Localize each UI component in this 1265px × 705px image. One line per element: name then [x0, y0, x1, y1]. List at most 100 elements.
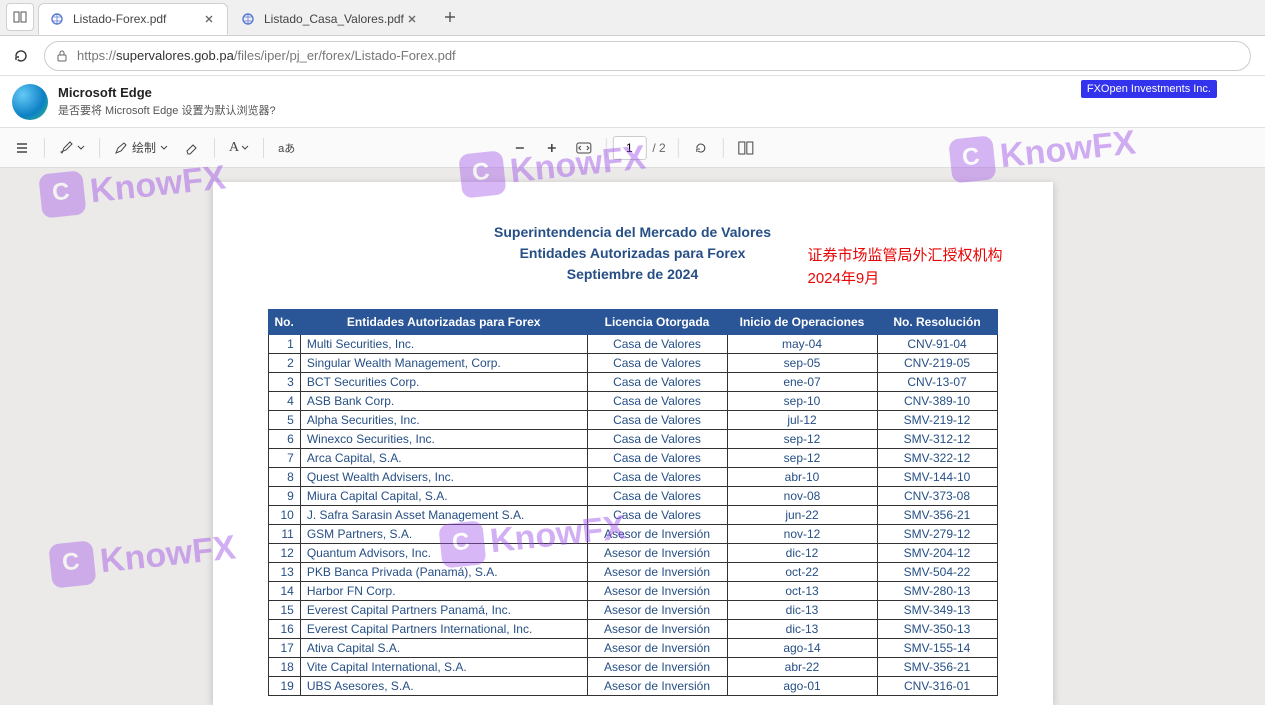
cell-no: 15 [268, 601, 300, 620]
draw-button[interactable]: 绘制 [108, 134, 174, 162]
cell-start: nov-12 [727, 525, 877, 544]
page-view-button[interactable] [732, 134, 760, 162]
cell-entity: BCT Securities Corp. [300, 373, 587, 392]
cell-entity: Multi Securities, Inc. [300, 335, 587, 354]
cell-resolution: CNV-219-05 [877, 354, 997, 373]
cell-entity: Winexco Securities, Inc. [300, 430, 587, 449]
page-number-input[interactable] [612, 136, 646, 160]
cell-no: 4 [268, 392, 300, 411]
cell-no: 5 [268, 411, 300, 430]
close-tab-button[interactable] [404, 11, 420, 27]
site-info-icon[interactable] [55, 49, 69, 63]
cell-license: Asesor de Inversión [587, 620, 727, 639]
overlay-line1: 证券市场监管局外汇授权机构 [807, 244, 1002, 267]
cell-no: 9 [268, 487, 300, 506]
table-header-cell: Entidades Autorizadas para Forex [300, 310, 587, 335]
cell-resolution: CNV-13-07 [877, 373, 997, 392]
new-tab-button[interactable] [436, 3, 464, 31]
cell-no: 6 [268, 430, 300, 449]
table-header-cell: Licencia Otorgada [587, 310, 727, 335]
plus-icon [443, 10, 457, 24]
contents-button[interactable] [8, 134, 36, 162]
separator [44, 138, 45, 158]
url-box[interactable]: https://supervalores.gob.pa/files/iper/p… [44, 41, 1251, 71]
close-tab-button[interactable] [201, 11, 217, 27]
cell-start: jun-22 [727, 506, 877, 525]
cell-license: Asesor de Inversión [587, 563, 727, 582]
highlighter-icon [59, 140, 75, 156]
table-row: 13PKB Banca Privada (Panamá), S.A.Asesor… [268, 563, 997, 582]
table-row: 5Alpha Securities, Inc.Casa de Valoresju… [268, 411, 997, 430]
table-row: 19UBS Asesores, S.A.Asesor de Inversióna… [268, 677, 997, 696]
translate-button[interactable]: aあ [272, 134, 301, 162]
separator [605, 138, 606, 158]
fit-button[interactable] [569, 134, 597, 162]
edge-prompt-title: Microsoft Edge [58, 85, 276, 100]
fit-icon [575, 142, 591, 154]
highlighter-button[interactable] [53, 134, 91, 162]
cell-entity: Vite Capital International, S.A. [300, 658, 587, 677]
table-row: 8Quest Wealth Advisers, Inc.Casa de Valo… [268, 468, 997, 487]
cell-resolution: SMV-155-14 [877, 639, 997, 658]
table-header-cell: No. Resolución [877, 310, 997, 335]
cell-license: Casa de Valores [587, 468, 727, 487]
erase-button[interactable] [178, 134, 206, 162]
zoom-out-button[interactable] [505, 134, 533, 162]
page-total-label: / 2 [652, 141, 665, 155]
find-highlight-badge: FXOpen Investments Inc. [1081, 80, 1217, 98]
erase-icon [184, 140, 200, 156]
cell-resolution: SMV-322-12 [877, 449, 997, 468]
tab-title: Listado_Casa_Valores.pdf [264, 12, 404, 26]
text-tool-button[interactable]: A [223, 134, 255, 162]
cell-start: sep-12 [727, 430, 877, 449]
cell-license: Casa de Valores [587, 430, 727, 449]
cell-no: 19 [268, 677, 300, 696]
cell-entity: Miura Capital Capital, S.A. [300, 487, 587, 506]
tabs-icon [13, 10, 27, 24]
reload-button[interactable] [6, 41, 36, 71]
page-view-icon [738, 141, 754, 155]
cell-no: 17 [268, 639, 300, 658]
annotation-overlay: 证券市场监管局外汇授权机构 2024年9月 [807, 244, 1002, 291]
cell-start: ago-14 [727, 639, 877, 658]
cell-license: Asesor de Inversión [587, 582, 727, 601]
cell-start: sep-05 [727, 354, 877, 373]
cell-resolution: SMV-312-12 [877, 430, 997, 449]
table-row: 7Arca Capital, S.A.Casa de Valoressep-12… [268, 449, 997, 468]
cell-entity: Alpha Securities, Inc. [300, 411, 587, 430]
cell-license: Casa de Valores [587, 392, 727, 411]
doc-title-line1: Superintendencia del Mercado de Valores [213, 222, 1053, 243]
table-row: 4ASB Bank Corp.Casa de Valoressep-10CNV-… [268, 392, 997, 411]
browser-tab[interactable]: Listado-Forex.pdf [38, 3, 228, 35]
cell-resolution: SMV-356-21 [877, 658, 997, 677]
cell-entity: Everest Capital Partners International, … [300, 620, 587, 639]
separator [678, 138, 679, 158]
cell-resolution: CNV-373-08 [877, 487, 997, 506]
overlay-line2: 2024年9月 [807, 267, 1002, 290]
translate-label: aあ [278, 140, 295, 156]
cell-resolution: SMV-280-13 [877, 582, 997, 601]
cell-start: nov-08 [727, 487, 877, 506]
cell-start: dic-13 [727, 601, 877, 620]
minus-icon [513, 142, 525, 154]
cell-resolution: SMV-349-13 [877, 601, 997, 620]
pdf-favicon-icon [49, 11, 65, 27]
browser-tab[interactable]: Listado_Casa_Valores.pdf [230, 3, 430, 35]
tab-actions-button[interactable] [6, 3, 34, 31]
separator [99, 138, 100, 158]
zoom-in-button[interactable] [537, 134, 565, 162]
cell-license: Asesor de Inversión [587, 658, 727, 677]
rotate-button[interactable] [687, 134, 715, 162]
cell-no: 16 [268, 620, 300, 639]
cell-entity: J. Safra Sarasin Asset Management S.A. [300, 506, 587, 525]
cell-no: 13 [268, 563, 300, 582]
url-text[interactable]: https://supervalores.gob.pa/files/iper/p… [77, 48, 1240, 63]
cell-entity: Quest Wealth Advisers, Inc. [300, 468, 587, 487]
address-bar: https://supervalores.gob.pa/files/iper/p… [0, 36, 1265, 76]
pdf-viewer[interactable]: Superintendencia del Mercado de Valores … [0, 168, 1265, 705]
data-table: No.Entidades Autorizadas para ForexLicen… [268, 309, 998, 696]
table-row: 15Everest Capital Partners Panamá, Inc.A… [268, 601, 997, 620]
cell-license: Casa de Valores [587, 487, 727, 506]
separator [263, 138, 264, 158]
cell-no: 3 [268, 373, 300, 392]
